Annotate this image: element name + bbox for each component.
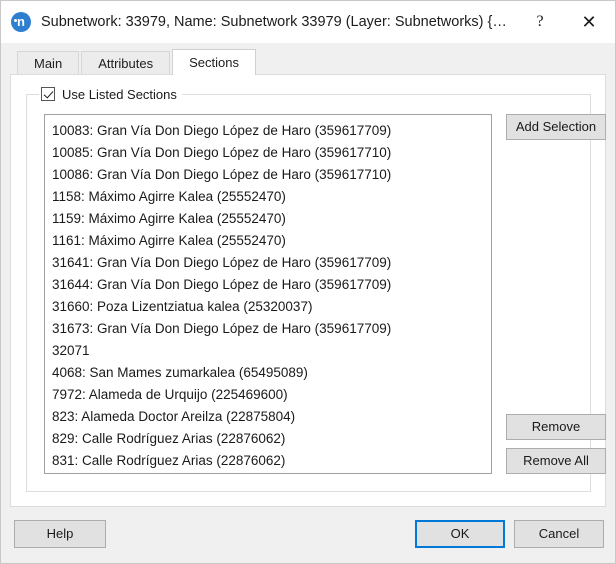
use-listed-sections-group: Use Listed Sections 10083: Gran Vía Don … <box>26 84 606 492</box>
remove-all-button[interactable]: Remove All <box>506 448 606 474</box>
title-bar-buttons: ? ✕ <box>517 1 615 43</box>
close-icon[interactable]: ✕ <box>563 1 615 43</box>
tab-panel-sections: Use Listed Sections 10083: Gran Vía Don … <box>10 74 606 507</box>
use-listed-sections-row: Use Listed Sections <box>39 84 182 104</box>
cancel-button[interactable]: Cancel <box>514 520 604 548</box>
list-item[interactable]: 32071 <box>45 340 491 362</box>
listbox-bottom-actions: Remove Remove All <box>506 414 606 474</box>
list-item[interactable]: 823: Alameda Doctor Areilza (22875804) <box>45 406 491 428</box>
list-item[interactable]: 831: Calle Rodríguez Arias (22876062) <box>45 450 491 472</box>
list-item[interactable]: 10086: Gran Vía Don Diego López de Haro … <box>45 164 491 186</box>
list-item[interactable]: 7972: Alameda de Urquijo (225469600) <box>45 384 491 406</box>
tab-strip: Main Attributes Sections <box>1 49 615 75</box>
sections-listbox[interactable]: 10083: Gran Vía Don Diego López de Haro … <box>44 114 492 474</box>
list-item[interactable]: 31641: Gran Vía Don Diego López de Haro … <box>45 252 491 274</box>
help-icon[interactable]: ? <box>517 1 563 43</box>
list-item[interactable]: 31673: Gran Vía Don Diego López de Haro … <box>45 318 491 340</box>
remove-button[interactable]: Remove <box>506 414 606 440</box>
ok-button[interactable]: OK <box>415 520 505 548</box>
list-item[interactable]: 31644: Gran Vía Don Diego López de Haro … <box>45 274 491 296</box>
list-item[interactable]: 1159: Máximo Agirre Kalea (25552470) <box>45 208 491 230</box>
app-circle-n-icon: n <box>11 12 31 32</box>
list-item[interactable]: 10085: Gran Vía Don Diego López de Haro … <box>45 142 491 164</box>
list-item[interactable]: 10083: Gran Vía Don Diego López de Haro … <box>45 120 491 142</box>
list-item[interactable]: 829: Calle Rodríguez Arias (22876062) <box>45 428 491 450</box>
add-selection-button[interactable]: Add Selection <box>506 114 606 140</box>
list-item[interactable]: 1161: Máximo Agirre Kalea (25552470) <box>45 230 491 252</box>
title-bar: n Subnetwork: 33979, Name: Subnetwork 33… <box>1 1 615 43</box>
help-button[interactable]: Help <box>14 520 106 548</box>
tab-sections[interactable]: Sections <box>172 49 256 75</box>
list-item[interactable]: 1158: Máximo Agirre Kalea (25552470) <box>45 186 491 208</box>
window-title: Subnetwork: 33979, Name: Subnetwork 3397… <box>41 14 507 30</box>
tab-main[interactable]: Main <box>17 51 80 74</box>
list-item[interactable]: 8875: Rodriguez Arias kalea (290195420) <box>45 472 491 473</box>
dialog-window: n Subnetwork: 33979, Name: Subnetwork 33… <box>0 0 616 564</box>
list-item[interactable]: 4068: San Mames zumarkalea (65495089) <box>45 362 491 384</box>
dialog-footer: Help OK Cancel <box>1 508 615 563</box>
use-listed-sections-label: Use Listed Sections <box>62 86 177 102</box>
tab-attributes[interactable]: Attributes <box>81 51 171 74</box>
listbox-top-actions: Add Selection <box>506 114 606 140</box>
use-listed-sections-checkbox[interactable] <box>41 87 55 101</box>
list-item[interactable]: 31660: Poza Lizentziatua kalea (25320037… <box>45 296 491 318</box>
